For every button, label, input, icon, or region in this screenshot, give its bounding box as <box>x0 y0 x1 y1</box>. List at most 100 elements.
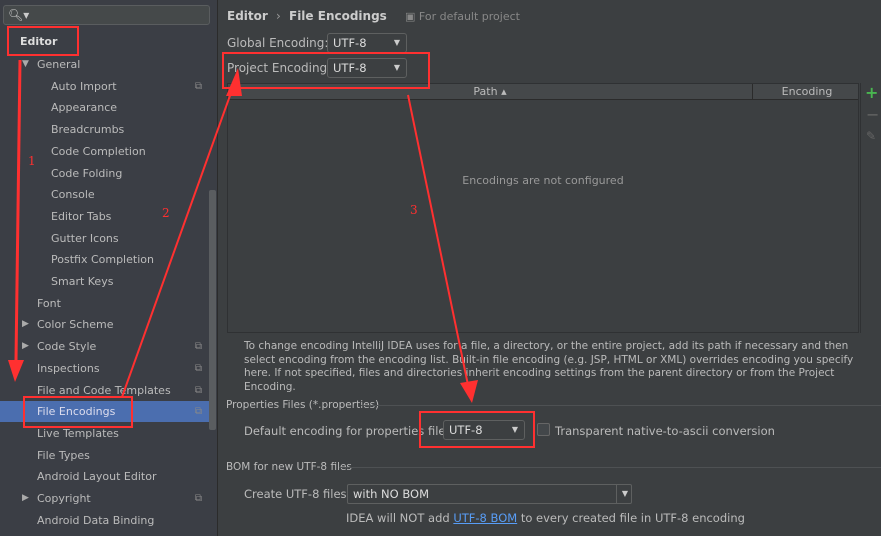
sidebar-item-console[interactable]: Console <box>0 184 209 205</box>
global-encoding-value: UTF-8 <box>333 36 367 50</box>
properties-encoding-label: Default encoding for properties files: <box>244 424 456 438</box>
empty-table-text: Encodings are not configured <box>462 174 624 187</box>
sidebar-item-inspections[interactable]: Inspections ⧉ <box>0 358 209 379</box>
sidebar-item-auto-import[interactable]: Auto Import ⧉ <box>0 76 209 97</box>
sidebar-item-label: Postfix Completion <box>51 253 154 267</box>
sidebar-item-label: Appearance <box>51 101 118 115</box>
chevron-down-icon: ▼ <box>615 485 628 503</box>
properties-encoding-select[interactable]: UTF-8 ▼ <box>443 420 525 440</box>
sidebar-item-label: Gutter Icons <box>51 231 119 245</box>
sidebar-item-copyright[interactable]: ▶ Copyright ⧉ <box>0 488 209 509</box>
sidebar-item-editor-tabs[interactable]: Editor Tabs <box>0 206 209 227</box>
encodings-table[interactable]: Path ▴ Encoding Encodings are not config… <box>227 83 859 333</box>
sidebar-item-label: Auto Import <box>51 79 117 93</box>
sidebar-item-label: File Types <box>37 448 90 462</box>
project-scope-icon: ⧉ <box>194 384 202 396</box>
sidebar-item-label: File Encodings <box>37 405 116 419</box>
project-scope-icon: ⧉ <box>194 80 202 92</box>
sidebar-item-label: Inspections <box>37 361 100 375</box>
sidebar-item-label: Live Templates <box>37 426 119 440</box>
sidebar-item-label: Console <box>51 188 95 202</box>
sidebar-item-live-templates[interactable]: Live Templates <box>0 423 209 444</box>
bom-note: IDEA will NOT add UTF-8 BOM to every cre… <box>346 511 745 525</box>
sidebar-item-code-folding[interactable]: Code Folding <box>0 163 209 184</box>
add-icon[interactable]: + <box>865 83 878 102</box>
sidebar-item-code-style[interactable]: ▶ Code Style ⧉ <box>0 336 209 357</box>
sidebar-item-color-scheme[interactable]: ▶ Color Scheme <box>0 314 209 335</box>
sidebar-item-label: Editor Tabs <box>51 209 112 223</box>
project-encoding-label: Project Encoding: <box>227 61 332 75</box>
sidebar-item-code-completion[interactable]: Code Completion <box>0 141 209 162</box>
create-utf8-label: Create UTF-8 files: <box>244 487 351 501</box>
sidebar-item-android-layout-editor[interactable]: Android Layout Editor <box>0 466 209 487</box>
project-scope-icon: ⧉ <box>194 406 202 418</box>
project-scope-icon: ⧉ <box>194 341 202 353</box>
remove-icon[interactable]: − <box>866 105 879 124</box>
settings-panel: Editor › File Encodings ▣ For default pr… <box>219 0 881 536</box>
search-input[interactable]: 🔍︎▾ <box>3 5 210 25</box>
breadcrumb: Editor › File Encodings ▣ For default pr… <box>227 9 520 23</box>
project-scope-icon: ⧉ <box>194 362 202 374</box>
sidebar-item-breadcrumbs[interactable]: Breadcrumbs <box>0 119 209 140</box>
collapse-arrow-icon[interactable]: ▶ <box>22 488 29 509</box>
column-header-encoding[interactable]: Encoding <box>754 84 860 99</box>
global-encoding-label: Global Encoding: <box>227 36 329 50</box>
sidebar-item-label: Breadcrumbs <box>51 123 125 137</box>
properties-section-title: Properties Files (*.properties) <box>226 399 380 411</box>
bom-note-text-end: to every created file in UTF-8 encoding <box>517 511 745 525</box>
sidebar-item-file-types[interactable]: File Types <box>0 445 209 466</box>
sidebar-scrollbar-thumb[interactable] <box>209 190 216 430</box>
sidebar-item-editor[interactable]: Editor <box>0 30 209 54</box>
project-encoding-select[interactable]: UTF-8 ▼ <box>327 58 407 78</box>
sidebar-item-general[interactable]: ▼ General <box>0 54 209 75</box>
sidebar-item-label: Smart Keys <box>51 275 114 288</box>
native-to-ascii-label[interactable]: Transparent native-to-ascii conversion <box>555 424 775 438</box>
sidebar-item-postfix-completion[interactable]: Postfix Completion <box>0 249 209 270</box>
global-encoding-select[interactable]: UTF-8 ▼ <box>327 33 407 53</box>
utf8-bom-link[interactable]: UTF-8 BOM <box>453 511 517 525</box>
collapse-arrow-icon[interactable]: ▶ <box>22 314 29 335</box>
chevron-down-icon: ▼ <box>511 425 518 434</box>
search-icon: 🔍︎▾ <box>8 8 30 22</box>
bom-section-title: BOM for new UTF-8 files <box>226 461 352 473</box>
table-header: Path ▴ Encoding <box>228 84 858 100</box>
sidebar-item-label: Font <box>37 296 61 310</box>
project-scope-icon: ▣ <box>405 10 419 23</box>
sidebar-item-smart-keys[interactable]: Smart Keys <box>0 271 209 292</box>
sidebar-item-label: Copyright <box>37 492 91 505</box>
sidebar-item-label: Code Folding <box>51 166 123 180</box>
column-header-path[interactable]: Path ▴ <box>228 84 753 99</box>
native-to-ascii-checkbox[interactable] <box>537 423 550 436</box>
bom-note-text: IDEA will NOT add <box>346 511 454 525</box>
sidebar-item-file-and-code-templates[interactable]: File and Code Templates ⧉ <box>0 380 209 401</box>
project-scope-icon: ⧉ <box>194 493 202 504</box>
sidebar-item-appearance[interactable]: Appearance <box>0 97 209 118</box>
sidebar-item-label: General <box>37 58 81 71</box>
bom-select[interactable]: with NO BOM ▼ <box>347 484 632 504</box>
scope-label: For default project <box>418 10 520 23</box>
sidebar-item-font[interactable]: Font <box>0 293 209 314</box>
help-text: To change encoding IntelliJ IDEA uses fo… <box>244 340 854 393</box>
breadcrumb-separator: › <box>276 9 281 23</box>
sidebar-item-label: File and Code Templates <box>37 383 171 397</box>
bom-value: with NO BOM <box>353 487 430 501</box>
settings-sidebar: 🔍︎▾ Editor ▼ General Auto Import ⧉ Appearance… <box>0 0 218 536</box>
edit-icon[interactable]: ✎ <box>866 129 876 143</box>
properties-encoding-value: UTF-8 <box>449 423 483 437</box>
project-encoding-value: UTF-8 <box>333 61 367 75</box>
sidebar-item-file-encodings[interactable]: File Encodings ⧉ <box>0 401 209 423</box>
chevron-down-icon: ▼ <box>393 63 400 72</box>
sidebar-item-android-data-binding[interactable]: Android Data Binding <box>0 510 209 531</box>
sidebar-item-gutter-icons[interactable]: Gutter Icons <box>0 228 209 249</box>
sidebar-item-label: Android Layout Editor <box>37 470 157 484</box>
chevron-down-icon: ▼ <box>393 38 400 47</box>
sidebar-item-label: Editor <box>20 35 58 48</box>
sidebar-item-label: Code Completion <box>51 144 146 158</box>
table-toolbar: + − ✎ <box>860 83 881 333</box>
collapse-arrow-icon[interactable]: ▶ <box>22 336 29 357</box>
breadcrumb-parent[interactable]: Editor <box>227 9 268 23</box>
sidebar-item-label: Code Style <box>37 340 97 354</box>
breadcrumb-current: File Encodings <box>289 9 387 23</box>
expand-arrow-icon[interactable]: ▼ <box>22 54 29 75</box>
sidebar-item-label: Color Scheme <box>37 318 114 332</box>
